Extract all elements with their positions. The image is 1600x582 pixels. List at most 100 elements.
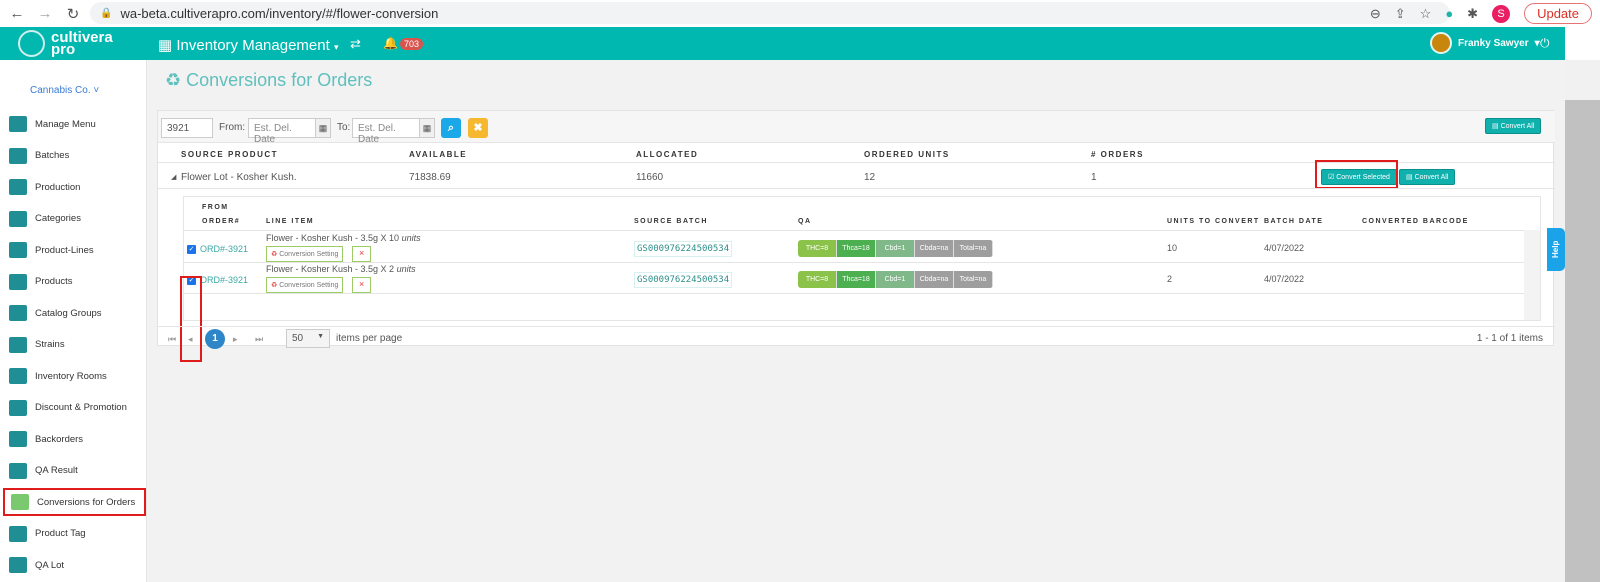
qa-badge: Cbd=1 [876, 271, 915, 288]
sidebar-item-products[interactable]: Products [3, 268, 146, 296]
reload-icon[interactable]: ↻ [62, 5, 84, 23]
sidebar-item-icon [9, 273, 27, 290]
header-source-product[interactable]: SOURCE PRODUCT [181, 150, 278, 159]
header-allocated[interactable]: ALLOCATED [636, 150, 698, 159]
browser-toolbar: ← → ↻ 🔒 wa-beta.cultiverapro.com/inventor… [0, 0, 1600, 27]
sidebar-item-label: Strains [35, 339, 65, 350]
module-dropdown[interactable]: ▦ Inventory Management ▾ [158, 36, 338, 54]
line-item: Flower - Kosher Kush - 3.5g X 2 units [266, 264, 416, 274]
orders-count: 1 [1091, 172, 1097, 183]
sidebar-item-batches[interactable]: Batches [3, 142, 146, 170]
qa-badge: THC=8 [798, 271, 837, 288]
user-menu[interactable]: Franky Sawyer ▾ [1430, 32, 1540, 54]
next-page-button[interactable]: ▸ [233, 334, 238, 345]
sidebar-item-qa-result[interactable]: QA Result [3, 457, 146, 485]
remove-button[interactable]: × [352, 246, 372, 262]
share-icon[interactable]: ⇪ [1395, 6, 1406, 22]
line-item-text: Flower - Kosher Kush - 3.5g X 10 [266, 233, 400, 243]
sidebar-item-catalog-groups[interactable]: Catalog Groups [3, 299, 146, 327]
order-link[interactable]: ORD#-3921 [200, 275, 248, 285]
last-page-button[interactable]: ⏭ [255, 334, 263, 345]
unit-word: units [401, 233, 421, 243]
zoom-icon[interactable]: ⊖ [1370, 6, 1381, 22]
order-link[interactable]: ORD#-3921 [200, 244, 248, 254]
sidebar-item-qa-lot[interactable]: QA Lot [3, 551, 146, 579]
swap-icon[interactable]: ⇄ [350, 36, 361, 52]
page-size-select[interactable]: 50 ▼ [286, 329, 330, 348]
sidebar-item-production[interactable]: Production [3, 173, 146, 201]
line-item: Flower - Kosher Kush - 3.5g X 10 units [266, 233, 421, 243]
page-1-button[interactable]: 1 [205, 329, 225, 349]
notification-count: 703 [399, 38, 423, 50]
extensions-icon[interactable]: ✱ [1467, 6, 1478, 22]
address-bar[interactable]: 🔒 wa-beta.cultiverapro.com/inventory/#/fl… [90, 2, 1450, 24]
clear-button[interactable]: ✖ [468, 118, 488, 138]
batch-date: 4/07/2022 [1264, 243, 1305, 253]
profile-avatar[interactable]: S [1492, 4, 1511, 23]
sidebar-item-icon [11, 494, 29, 510]
sidebar-item-label: QA Result [35, 465, 78, 476]
forward-icon[interactable]: → [34, 5, 56, 22]
sidebar-item-conversions-for-orders[interactable]: Conversions for Orders [3, 488, 146, 516]
sidebar-item-discount-promotion[interactable]: Discount & Promotion [3, 394, 146, 422]
to-date-input[interactable]: Est. Del. Date [352, 118, 420, 145]
from-date-input[interactable]: Est. Del. Date [248, 118, 316, 145]
header-units-to-convert: UNITS TO CONVERT [1167, 218, 1260, 225]
detail-scrollbar[interactable] [1524, 230, 1540, 320]
power-icon[interactable]: ⏻ [1540, 36, 1550, 51]
detail-table: FROM ORDER# LINE ITEM SOURCE BATCH QA UN… [183, 196, 1541, 321]
convert-all-top-button[interactable]: ▤ Convert All [1485, 118, 1542, 134]
row-checkbox[interactable]: ✓ [187, 245, 196, 254]
to-label: To: [337, 122, 351, 133]
sidebar-item-icon [9, 210, 27, 227]
back-icon[interactable]: ← [6, 5, 28, 22]
header-qa: QA [798, 218, 812, 225]
sidebar-item-backorders[interactable]: Backorders [3, 425, 146, 453]
calendar-icon[interactable]: ▦ [315, 118, 331, 138]
sidebar-item-product-lines[interactable]: Product-Lines [3, 236, 146, 264]
from-label: From: [219, 122, 246, 133]
update-button[interactable]: Update [1524, 3, 1592, 24]
page-size-value: 50 [292, 333, 304, 344]
header-batch-date: BATCH DATE [1264, 218, 1324, 225]
sidebar-item-icon [9, 525, 27, 542]
sidebar-item-strains[interactable]: Strains [3, 331, 146, 359]
calendar-icon[interactable]: ▦ [419, 118, 435, 138]
page-title-text: Conversions for Orders [186, 70, 373, 90]
header-available[interactable]: AVAILABLE [409, 150, 467, 159]
star-icon[interactable]: ☆ [1420, 6, 1432, 22]
header-ordered-units[interactable]: ORDERED UNITS [864, 150, 950, 159]
prev-page-button[interactable]: ◂ [188, 334, 193, 345]
remove-button[interactable]: × [352, 277, 372, 293]
batch-date: 4/07/2022 [1264, 274, 1305, 284]
sidebar-item-categories[interactable]: Categories [3, 205, 146, 233]
convert-all-button[interactable]: ▤ Convert All [1399, 169, 1456, 185]
conversion-setting-label: Conversion Setting [279, 251, 339, 258]
first-page-button[interactable]: ⏮ [168, 334, 176, 345]
sidebar-item-product-tag[interactable]: Product Tag [3, 520, 146, 548]
units-to-convert: 2 [1167, 274, 1173, 284]
conversion-setting-button[interactable]: ♻ Conversion Setting [266, 277, 344, 293]
header-orders[interactable]: # ORDERS [1091, 150, 1144, 159]
conversion-setting-button[interactable]: ♻ Conversion Setting [266, 246, 344, 262]
sidebar-item-icon [9, 431, 27, 447]
caret-down-icon: ▼ [317, 333, 324, 340]
notifications-button[interactable]: 🔔 703 [383, 36, 423, 50]
conversion-setting-label: Conversion Setting [279, 282, 339, 289]
company-selector[interactable]: Cannabis Co. ˅ [30, 85, 99, 96]
sidebar-item-label: Categories [35, 213, 81, 224]
logo[interactable]: cultivera pro [18, 30, 113, 57]
order-search-input[interactable]: 3921 [161, 118, 213, 138]
module-label: Inventory Management [176, 37, 330, 54]
qa-badge: Total=na [954, 240, 993, 257]
qa-badge: Cbda=na [915, 271, 954, 288]
collapse-icon[interactable]: ◢ [171, 173, 176, 181]
page-scrollbar[interactable] [1565, 60, 1600, 582]
extension-cultivera-icon[interactable]: ● [1445, 6, 1453, 21]
sidebar-item-inventory-rooms[interactable]: Inventory Rooms [3, 362, 146, 390]
sidebar-item-manage-menu[interactable]: Manage Menu [3, 110, 146, 138]
help-tab[interactable]: Help [1547, 228, 1565, 271]
main-content: ♻ Conversions for Orders 3921 From: Est.… [147, 60, 1565, 582]
sidebar-item-icon [9, 462, 27, 479]
search-button[interactable]: ⌕ [441, 118, 461, 138]
